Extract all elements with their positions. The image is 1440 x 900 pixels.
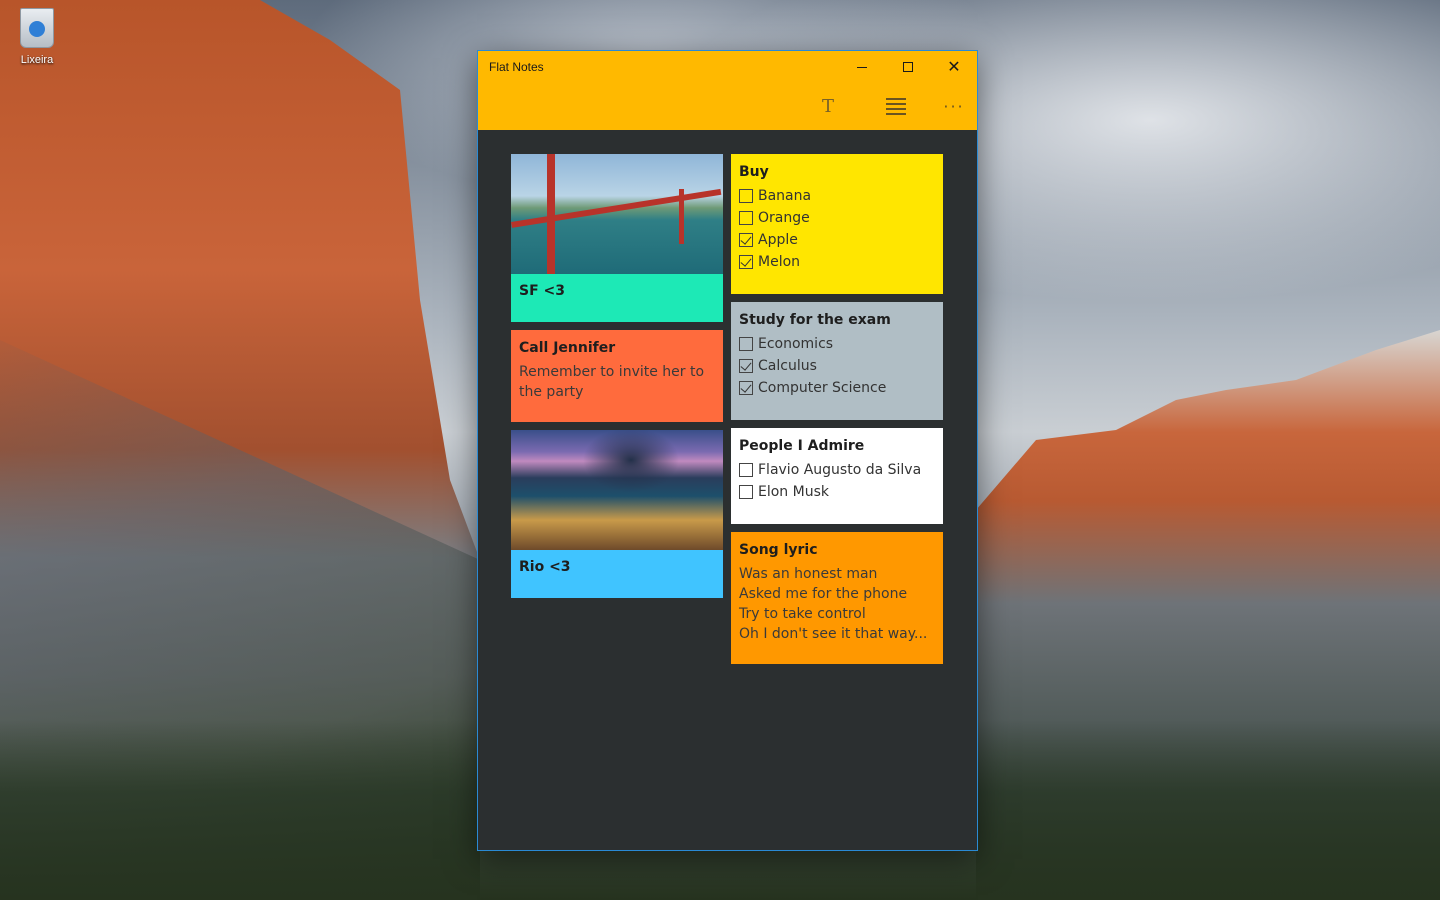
checkbox-checked[interactable]: [739, 233, 753, 247]
note-title: Rio <3: [519, 559, 571, 575]
note-rio[interactable]: Rio <3: [511, 430, 723, 598]
checkbox-checked[interactable]: [739, 381, 753, 395]
app-titlebar: Flat Notes ✕ T ···: [478, 51, 977, 130]
recycle-bin-shortcut[interactable]: Lixeira: [12, 8, 62, 74]
recycle-bin-label: Lixeira: [20, 54, 54, 66]
maximize-icon: [903, 62, 913, 72]
new-checklist-button[interactable]: [876, 91, 916, 121]
note-title: Song lyric: [739, 542, 818, 558]
checklist: Economics Calculus Computer Science: [739, 333, 935, 399]
checklist-item-label: Calculus: [758, 358, 817, 374]
note-body: Was an honest man Asked me for the phone…: [739, 564, 935, 644]
note-sf[interactable]: SF <3: [511, 154, 723, 322]
checklist-item[interactable]: Orange: [739, 207, 935, 229]
checklist-item[interactable]: Banana: [739, 185, 935, 207]
note-people[interactable]: People I Admire Flavio Augusto da Silva …: [731, 428, 943, 524]
checklist-item[interactable]: Economics: [739, 333, 935, 355]
list-icon: [886, 97, 906, 115]
note-title: Call Jennifer: [519, 340, 616, 356]
checklist-item[interactable]: Flavio Augusto da Silva: [739, 459, 935, 481]
new-text-note-button[interactable]: T: [808, 91, 848, 121]
checklist-item[interactable]: Melon: [739, 251, 935, 273]
checklist-item-label: Melon: [758, 254, 801, 270]
minimize-icon: [857, 66, 867, 68]
recycle-bin-icon: [20, 8, 54, 48]
minimize-button[interactable]: [839, 51, 885, 83]
checklist-item-label: Orange: [758, 210, 810, 226]
checklist-item-label: Flavio Augusto da Silva: [758, 462, 922, 478]
checklist: Flavio Augusto da Silva Elon Musk: [739, 459, 935, 503]
checklist-item-label: Computer Science: [758, 380, 887, 396]
window-title: Flat Notes: [489, 60, 544, 74]
note-title: Study for the exam: [739, 312, 891, 328]
checklist-item[interactable]: Elon Musk: [739, 481, 935, 503]
close-button[interactable]: ✕: [931, 51, 977, 83]
more-options-button[interactable]: ···: [934, 91, 974, 121]
maximize-button[interactable]: [885, 51, 931, 83]
lyric-line: Oh I don't see it that way...: [739, 626, 928, 642]
checklist-item-label: Elon Musk: [758, 484, 829, 500]
note-song-lyric[interactable]: Song lyric Was an honest man Asked me fo…: [731, 532, 943, 664]
note-title: SF <3: [519, 283, 565, 299]
rio-image: [511, 430, 723, 550]
note-title: Buy: [739, 164, 769, 180]
text-icon: T: [821, 95, 834, 117]
checkbox-unchecked[interactable]: [739, 337, 753, 351]
more-icon: ···: [943, 96, 965, 116]
note-buy[interactable]: Buy Banana Orange Apple Melon: [731, 154, 943, 294]
checkbox-unchecked[interactable]: [739, 463, 753, 477]
lyric-line: Was an honest man: [739, 566, 878, 582]
checkbox-unchecked[interactable]: [739, 485, 753, 499]
checklist: Banana Orange Apple Melon: [739, 185, 935, 273]
close-icon: ✕: [947, 57, 961, 76]
checklist-item-label: Apple: [758, 232, 798, 248]
lyric-line: Try to take control: [739, 606, 866, 622]
checklist-item-label: Economics: [758, 336, 834, 352]
checklist-item[interactable]: Computer Science: [739, 377, 935, 399]
lyric-line: Asked me for the phone: [739, 586, 908, 602]
note-body: Remember to invite her to the party: [519, 364, 705, 400]
note-study[interactable]: Study for the exam Economics Calculus Co…: [731, 302, 943, 420]
golden-gate-image: [511, 154, 723, 274]
checkbox-checked[interactable]: [739, 359, 753, 373]
checkbox-checked[interactable]: [739, 255, 753, 269]
checklist-item[interactable]: Calculus: [739, 355, 935, 377]
checkbox-unchecked[interactable]: [739, 211, 753, 225]
flat-notes-window: Flat Notes ✕ T ··· SF <3 Call Jennifer R…: [477, 50, 978, 851]
checklist-item-label: Banana: [758, 188, 812, 204]
checkbox-unchecked[interactable]: [739, 189, 753, 203]
checklist-item[interactable]: Apple: [739, 229, 935, 251]
note-call-jennifer[interactable]: Call Jennifer Remember to invite her to …: [511, 330, 723, 422]
note-title: People I Admire: [739, 438, 865, 454]
